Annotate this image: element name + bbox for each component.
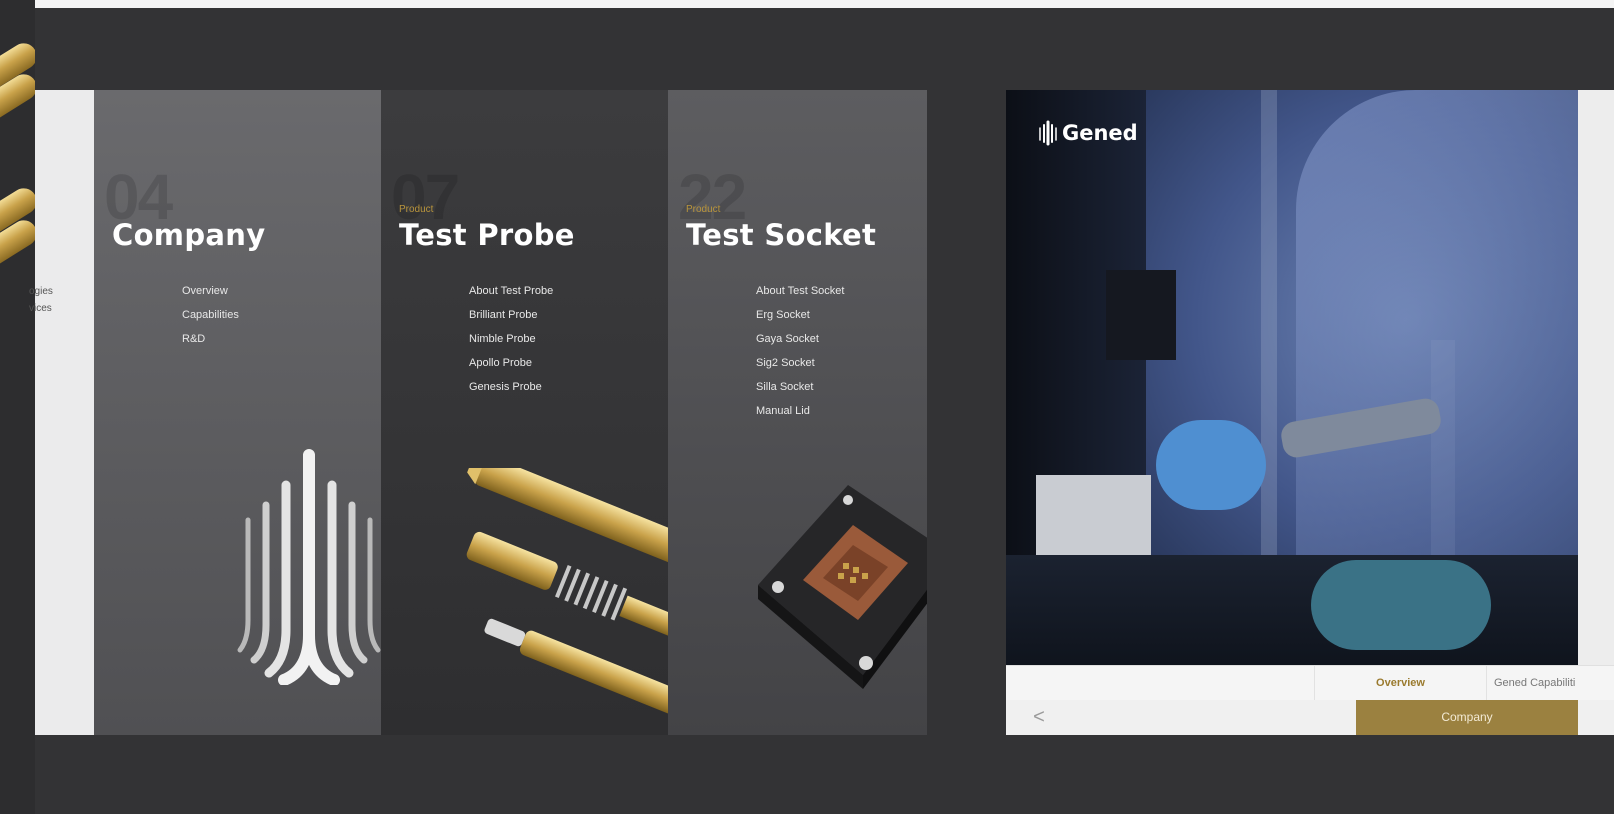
logo-text: Gened	[1062, 121, 1138, 145]
column-title[interactable]: Test Socket	[686, 218, 876, 252]
menu-link-apollo-probe[interactable]: Apollo Probe	[469, 357, 553, 381]
menu-column-test-socket: 22 Product Test Socket About Test Socket…	[668, 90, 927, 735]
partial-menu-item[interactable]: ogies	[29, 286, 53, 297]
section-tabs: Overview Gened Capabiliti	[1006, 665, 1614, 701]
photo-device	[1106, 270, 1176, 360]
menu-link-capabilities[interactable]: Capabilities	[182, 309, 239, 333]
menu-link-brilliant-probe[interactable]: Brilliant Probe	[469, 309, 553, 333]
next-slide-edge	[1578, 90, 1614, 665]
gened-emblem-icon	[237, 449, 381, 685]
partial-menu-item[interactable]: vices	[29, 303, 52, 314]
current-section-button[interactable]: Company	[1356, 700, 1578, 735]
menu-link-about-test-probe[interactable]: About Test Probe	[469, 285, 553, 309]
column-title[interactable]: Test Probe	[399, 218, 575, 252]
menu-link-overview[interactable]: Overview	[182, 285, 239, 309]
test-socket-image	[758, 485, 927, 689]
menu-panel: ogies vices 04 Company Overview Capabili…	[29, 90, 927, 735]
menu-link-silla-socket[interactable]: Silla Socket	[756, 381, 844, 405]
menu-link-sig2-socket[interactable]: Sig2 Socket	[756, 357, 844, 381]
menu-column-test-probe: 07 Product Test Probe About Test Probe B…	[381, 90, 668, 735]
previous-slide-edge	[0, 0, 35, 814]
test-probe-image	[466, 468, 668, 715]
gened-logo[interactable]: Gened	[1038, 120, 1138, 146]
column-title[interactable]: Company	[112, 218, 265, 252]
tab-overview[interactable]: Overview	[1314, 666, 1486, 701]
photo-box	[1036, 475, 1151, 555]
column-kicker: Product	[686, 204, 721, 215]
column-kicker: Product	[399, 204, 434, 215]
menu-link-erg-socket[interactable]: Erg Socket	[756, 309, 844, 333]
top-strip	[0, 0, 1614, 8]
partial-menu-column: ogies vices	[29, 90, 94, 735]
photo-glove	[1156, 420, 1266, 510]
company-slide: Gened Overview Gened Capabiliti < Compan…	[1006, 90, 1614, 735]
lab-photo: Gened	[1006, 90, 1578, 665]
menu-link-rnd[interactable]: R&D	[182, 333, 239, 357]
column-links: Overview Capabilities R&D	[182, 285, 239, 357]
photo-bench	[1006, 555, 1578, 665]
menu-link-nimble-probe[interactable]: Nimble Probe	[469, 333, 553, 357]
column-links: About Test Socket Erg Socket Gaya Socket…	[756, 285, 844, 429]
menu-column-company: 04 Company Overview Capabilities R&D	[94, 90, 381, 735]
menu-link-gaya-socket[interactable]: Gaya Socket	[756, 333, 844, 357]
column-links: About Test Probe Brilliant Probe Nimble …	[469, 285, 553, 405]
menu-link-manual-lid[interactable]: Manual Lid	[756, 405, 844, 429]
photo-glove	[1311, 560, 1491, 650]
tab-gened-capabilities[interactable]: Gened Capabiliti	[1486, 666, 1614, 701]
menu-link-about-test-socket[interactable]: About Test Socket	[756, 285, 844, 309]
gened-logo-icon	[1039, 120, 1057, 146]
menu-link-genesis-probe[interactable]: Genesis Probe	[469, 381, 553, 405]
bottom-nav: < Company	[1006, 700, 1614, 735]
back-arrow-button[interactable]: <	[1024, 700, 1054, 735]
